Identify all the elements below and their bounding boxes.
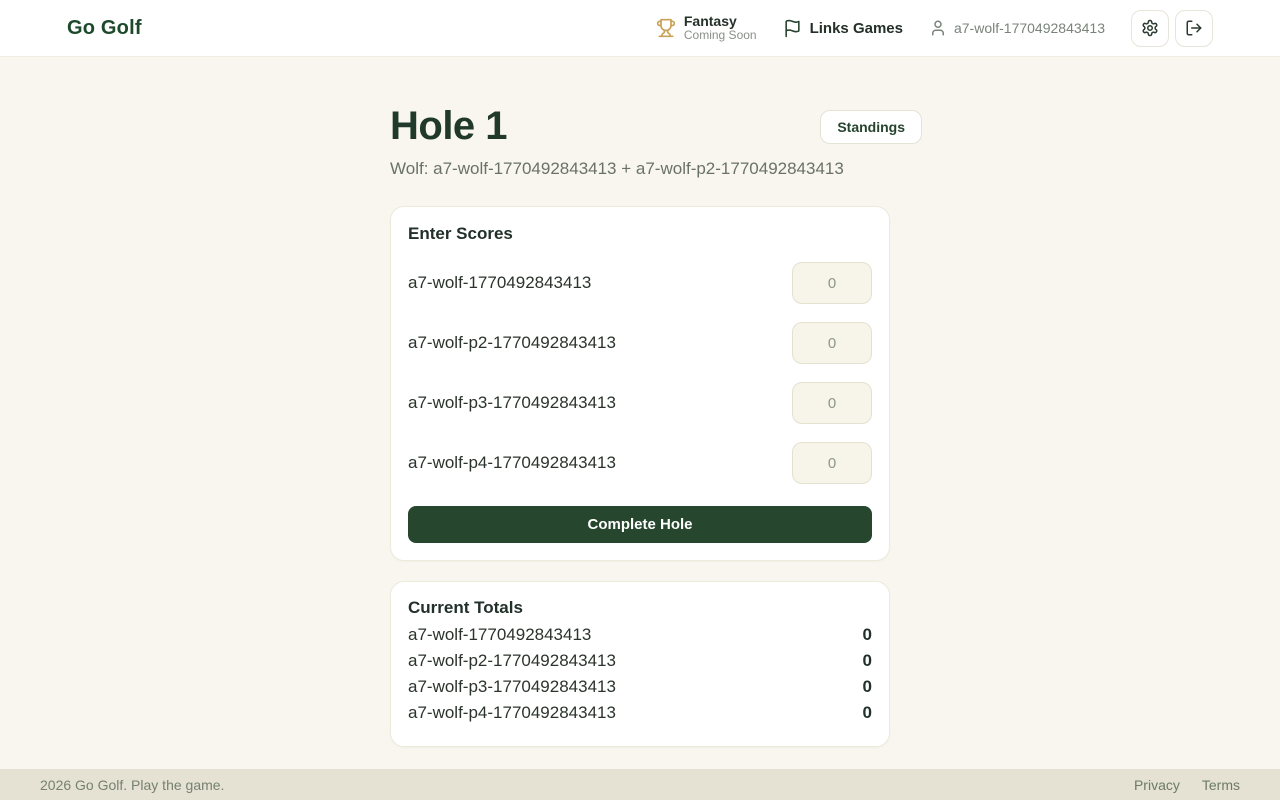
- total-row: a7-wolf-p2-1770492843413 0: [408, 648, 872, 674]
- current-totals-heading: Current Totals: [408, 598, 872, 618]
- footer-copyright: 2026 Go Golf. Play the game.: [40, 777, 224, 793]
- total-player-name: a7-wolf-1770492843413: [408, 622, 591, 648]
- settings-button[interactable]: [1131, 10, 1169, 47]
- privacy-link[interactable]: Privacy: [1134, 777, 1180, 793]
- standings-button[interactable]: Standings: [820, 110, 922, 144]
- fantasy-label: Fantasy: [684, 13, 757, 29]
- complete-hole-button[interactable]: Complete Hole: [408, 506, 872, 543]
- user-icon: [929, 19, 947, 37]
- score-input-player-4[interactable]: [792, 442, 872, 484]
- nav-item-links-games[interactable]: Links Games: [783, 19, 903, 38]
- fantasy-sublabel: Coming Soon: [684, 29, 757, 43]
- total-value: 0: [863, 648, 872, 674]
- score-row: a7-wolf-1770492843413: [408, 262, 872, 304]
- app-header: Go Golf Fantasy Coming Soon: [0, 0, 1280, 57]
- terms-link[interactable]: Terms: [1202, 777, 1240, 793]
- score-input-player-2[interactable]: [792, 322, 872, 364]
- total-row: a7-wolf-p3-1770492843413 0: [408, 674, 872, 700]
- total-row: a7-wolf-1770492843413 0: [408, 622, 872, 648]
- flag-icon: [783, 19, 802, 38]
- app-footer: 2026 Go Golf. Play the game. Privacy Ter…: [0, 769, 1280, 800]
- total-value: 0: [863, 700, 872, 726]
- gear-icon: [1141, 19, 1159, 37]
- total-player-name: a7-wolf-p4-1770492843413: [408, 700, 616, 726]
- player-name: a7-wolf-p3-1770492843413: [408, 393, 616, 413]
- enter-scores-heading: Enter Scores: [408, 224, 872, 244]
- username: a7-wolf-1770492843413: [954, 20, 1105, 36]
- player-name: a7-wolf-p4-1770492843413: [408, 453, 616, 473]
- enter-scores-card: Enter Scores a7-wolf-1770492843413 a7-wo…: [390, 206, 890, 561]
- user-chip: a7-wolf-1770492843413: [929, 19, 1105, 37]
- total-player-name: a7-wolf-p2-1770492843413: [408, 648, 616, 674]
- logout-button[interactable]: [1175, 10, 1213, 47]
- score-input-player-1[interactable]: [792, 262, 872, 304]
- nav-item-fantasy[interactable]: Fantasy Coming Soon: [656, 13, 757, 43]
- total-value: 0: [863, 622, 872, 648]
- total-value: 0: [863, 674, 872, 700]
- player-name: a7-wolf-1770492843413: [408, 273, 591, 293]
- wolf-subtitle: Wolf: a7-wolf-1770492843413 + a7-wolf-p2…: [390, 159, 890, 179]
- total-player-name: a7-wolf-p3-1770492843413: [408, 674, 616, 700]
- player-name: a7-wolf-p2-1770492843413: [408, 333, 616, 353]
- score-row: a7-wolf-p2-1770492843413: [408, 322, 872, 364]
- current-totals-card: Current Totals a7-wolf-1770492843413 0 a…: [390, 581, 890, 747]
- main-content: Hole 1 Standings Wolf: a7-wolf-177049284…: [390, 57, 890, 769]
- score-input-player-3[interactable]: [792, 382, 872, 424]
- app-logo[interactable]: Go Golf: [67, 17, 142, 40]
- total-row: a7-wolf-p4-1770492843413 0: [408, 700, 872, 726]
- score-row: a7-wolf-p4-1770492843413: [408, 442, 872, 484]
- score-row: a7-wolf-p3-1770492843413: [408, 382, 872, 424]
- links-games-label: Links Games: [810, 20, 903, 37]
- trophy-icon: [656, 18, 676, 38]
- logout-icon: [1185, 19, 1203, 37]
- page-title: Hole 1: [390, 104, 507, 149]
